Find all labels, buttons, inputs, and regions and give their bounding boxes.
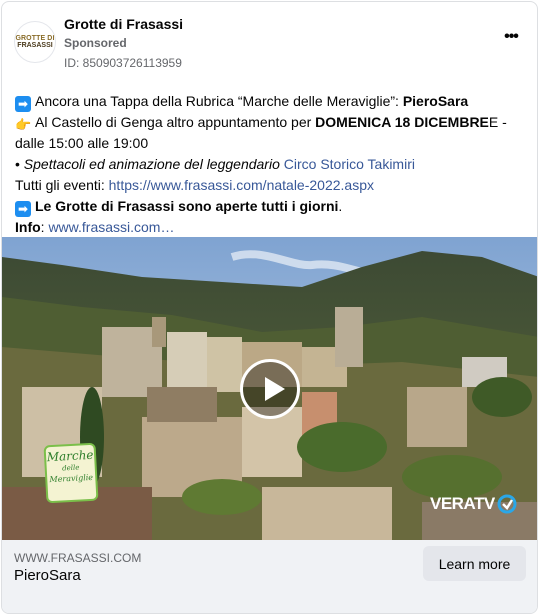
body-line-7: Info: www.frasassi.com… [15, 217, 530, 238]
body-line-4: • Spettacoli ed animazione del leggendar… [15, 154, 530, 175]
sponsored-label: Sponsored [64, 36, 127, 50]
arrow-right-icon: ➡ [15, 96, 31, 112]
link-preview-footer[interactable]: WWW.FRASASSI.COM PieroSara Learn more [2, 540, 537, 613]
events-link[interactable]: https://www.frasassi.com/natale-2022.asp… [109, 177, 374, 193]
veratv-watermark: VERATV [430, 490, 517, 518]
body-line-6: ➡ Le Grotte di Frasassi sono aperte tutti… [15, 196, 530, 217]
avatar-line1: GROTTE DI [15, 34, 55, 42]
body-text-bold: Le Grotte di Frasassi sono aperte tutti … [35, 198, 339, 214]
body-text-segment: . [338, 198, 343, 214]
brand-text: VERATV [430, 494, 495, 513]
more-options-icon[interactable]: ••• [501, 29, 521, 50]
body-text-bold: PieroSara [402, 93, 469, 109]
marche-meraviglie-badge: Marche delle Meraviglie [43, 442, 99, 504]
video-thumbnail[interactable]: Marche delle Meraviglie VERATV [2, 237, 537, 540]
pointing-hand-icon: 👉 [15, 117, 32, 132]
body-line-1: ➡ Ancora una Tappa della Rubrica “Marche … [15, 91, 530, 112]
body-text-segment: Al Castello di Genga altro appuntamento … [35, 114, 316, 130]
body-text-bold: Info [15, 219, 41, 235]
arrow-right-icon: ➡ [15, 201, 31, 217]
body-text-segment: E - [488, 114, 507, 130]
page-name-link[interactable]: Grotte di Frasassi [64, 16, 183, 32]
body-text-segment: Tutti gli eventi: [15, 177, 109, 193]
body-text-bold: DOMENICA 18 DICEMBRE [315, 114, 489, 130]
link-domain: WWW.FRASASSI.COM [14, 551, 142, 565]
body-text-segment: dalle 15:00 alle 19:00 [15, 135, 149, 151]
body-line-5: Tutti gli eventi: https://www.frasassi.c… [15, 175, 530, 196]
circo-link[interactable]: Circo Storico Takimiri [284, 156, 415, 172]
body-text-segment: Ancora una Tappa della Rubrica “Marche d… [35, 93, 403, 109]
sponsored-post-card: GROTTE DI FRASASSI Grotte di Frasassi Sp… [1, 1, 538, 614]
post-header: GROTTE DI FRASASSI Grotte di Frasassi Sp… [2, 2, 537, 80]
play-icon[interactable] [240, 359, 300, 419]
learn-more-button[interactable]: Learn more [423, 546, 526, 581]
body-text-italic: Spettacoli ed animazione del leggendario [23, 156, 284, 172]
avatar-line2: FRASASSI [17, 41, 53, 49]
page-avatar[interactable]: GROTTE DI FRASASSI [14, 21, 56, 63]
body-line-3: dalle 15:00 alle 19:00 [15, 133, 530, 154]
post-body: ➡ Ancora una Tappa della Rubrica “Marche … [15, 91, 530, 238]
ad-id: ID: 850903726113959 [64, 56, 182, 70]
link-headline[interactable]: PieroSara [14, 567, 81, 584]
info-link[interactable]: www.frasassi.com… [48, 219, 174, 235]
body-line-2: 👉 Al Castello di Genga altro appuntamento… [15, 112, 530, 133]
play-triangle [265, 377, 285, 401]
bullet: • [15, 156, 24, 172]
badge-line3: Meraviglie [49, 472, 94, 485]
veratv-logo-icon [497, 494, 517, 514]
